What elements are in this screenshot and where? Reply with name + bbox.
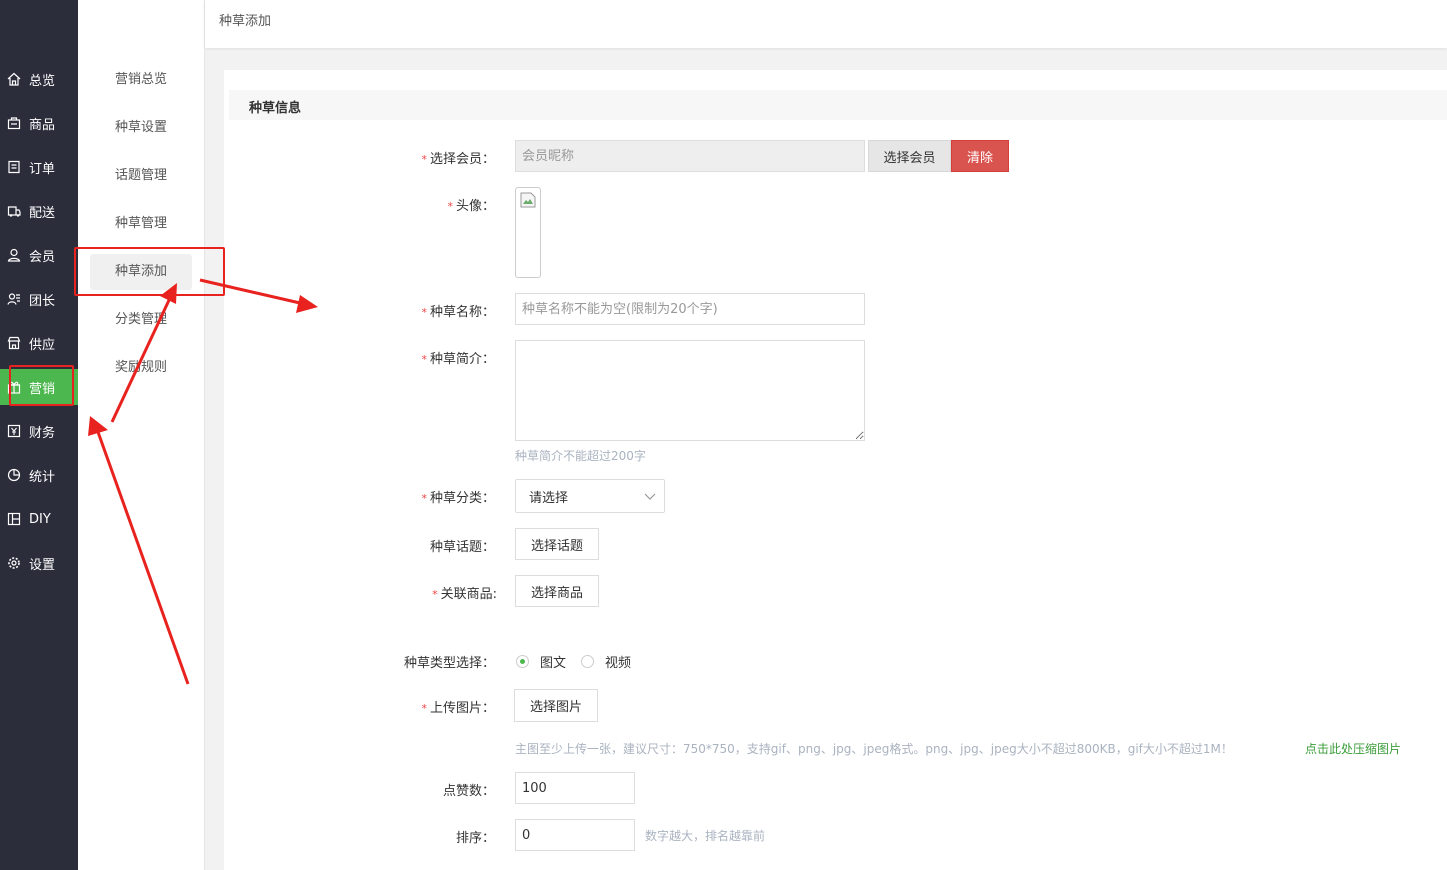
home-icon xyxy=(7,72,21,86)
supply-icon xyxy=(7,336,21,350)
section-title: 种草信息 xyxy=(249,101,302,116)
annotation-box-grass-add xyxy=(74,247,225,296)
annotation-box-marketing xyxy=(9,365,74,406)
member-icon xyxy=(7,248,21,262)
related-product-label: * 关联商品: xyxy=(432,587,497,602)
radio-image-text[interactable] xyxy=(516,655,529,668)
nav-label: 供应 xyxy=(29,337,56,353)
goods-icon xyxy=(7,116,21,130)
nav-item-delivery[interactable]: 配送 xyxy=(0,193,78,229)
nav-label: 财务 xyxy=(29,425,56,441)
nav-item-leaders[interactable]: 团长 xyxy=(0,281,78,317)
nav-item-diy[interactable]: DIY xyxy=(0,501,78,537)
submenu-item-marketing-overview[interactable]: 营销总览 xyxy=(90,62,192,98)
chevron-down-icon xyxy=(644,493,656,500)
radio-image-text-label[interactable]: 图文 xyxy=(540,652,566,671)
main-sidebar: 总览 商品 订单 配送 会员 团长 供应 营销 财务 统计 DIY 设置 xyxy=(0,0,78,870)
member-nickname-input[interactable] xyxy=(515,140,865,172)
upload-image-label: * 上传图片： xyxy=(421,701,495,716)
top-bar: 种草添加 xyxy=(205,0,1447,48)
sort-label: 排序： xyxy=(455,831,495,846)
nav-item-stats[interactable]: 统计 xyxy=(0,457,78,493)
nav-item-finance[interactable]: 财务 xyxy=(0,413,78,449)
grass-intro-label: * 种草简介： xyxy=(421,352,495,367)
grass-name-label: * 种草名称： xyxy=(421,305,495,320)
delivery-icon xyxy=(7,204,21,218)
nav-label: 团长 xyxy=(29,293,56,309)
likes-label: 点赞数： xyxy=(442,784,495,799)
nav-item-settings[interactable]: 设置 xyxy=(0,545,78,581)
nav-label: 订单 xyxy=(29,161,56,177)
broken-image-icon xyxy=(520,192,536,208)
diy-icon xyxy=(7,512,21,526)
radio-video-label[interactable]: 视频 xyxy=(605,652,631,671)
nav-label: 总览 xyxy=(29,73,56,89)
nav-item-overview[interactable]: 总览 xyxy=(0,61,78,97)
radio-video[interactable] xyxy=(581,655,594,668)
nav-label: 会员 xyxy=(29,249,56,265)
grass-type-label: 种草类型选择： xyxy=(403,656,495,671)
marketing-submenu: 营销总览 种草设置 话题管理 种草管理 种草添加 分类管理 奖励规则 xyxy=(78,0,205,870)
stats-icon xyxy=(7,468,21,482)
submenu-item-grass-management[interactable]: 种草管理 xyxy=(90,206,192,242)
grass-category-label: * 种草分类： xyxy=(421,491,495,506)
avatar-image-placeholder[interactable] xyxy=(515,187,541,278)
sort-input[interactable] xyxy=(515,819,635,851)
grass-intro-textarea[interactable] xyxy=(515,340,865,441)
grass-topic-label: 种草话题： xyxy=(429,540,495,555)
finance-icon xyxy=(7,424,21,438)
category-selected-value: 请选择 xyxy=(529,490,569,506)
submenu-item-reward-rules[interactable]: 奖励规则 xyxy=(90,350,192,386)
nav-item-goods[interactable]: 商品 xyxy=(0,105,78,141)
nav-label: DIY xyxy=(29,511,51,527)
breadcrumb: 种草添加 xyxy=(219,14,272,29)
select-image-button[interactable]: 选择图片 xyxy=(514,689,598,722)
sort-hint: 数字越大，排名越靠前 xyxy=(645,829,766,843)
nav-label: 配送 xyxy=(29,205,56,221)
grass-name-input[interactable] xyxy=(515,293,865,325)
grass-category-select[interactable]: 请选择 xyxy=(515,479,665,513)
gear-icon xyxy=(7,556,21,570)
leader-icon xyxy=(7,292,21,306)
order-icon xyxy=(7,160,21,174)
likes-input[interactable] xyxy=(515,772,635,804)
compress-image-link[interactable]: 点击此处压缩图片 xyxy=(1305,740,1401,757)
clear-button[interactable]: 清除 xyxy=(951,140,1009,172)
nav-item-orders[interactable]: 订单 xyxy=(0,149,78,185)
grass-intro-hint: 种草简介不能超过200字 xyxy=(515,449,646,463)
nav-label: 商品 xyxy=(29,117,56,133)
nav-label: 设置 xyxy=(29,557,56,573)
nav-item-members[interactable]: 会员 xyxy=(0,237,78,273)
section-header: 种草信息 xyxy=(229,90,1447,120)
select-member-button[interactable]: 选择会员 xyxy=(868,140,951,172)
select-product-button[interactable]: 选择商品 xyxy=(515,575,599,607)
member-label: * 选择会员： xyxy=(421,152,495,167)
nav-label: 统计 xyxy=(29,469,56,485)
submenu-item-category-management[interactable]: 分类管理 xyxy=(90,302,192,338)
nav-item-supply[interactable]: 供应 xyxy=(0,325,78,361)
upload-hint: 主图至少上传一张，建议尺寸：750*750，支持gif、png、jpg、jpeg… xyxy=(515,742,1233,756)
select-topic-button[interactable]: 选择话题 xyxy=(515,528,599,560)
avatar-label: * 头像： xyxy=(447,199,495,214)
submenu-item-topic-management[interactable]: 话题管理 xyxy=(90,158,192,194)
submenu-item-grass-settings[interactable]: 种草设置 xyxy=(90,110,192,146)
